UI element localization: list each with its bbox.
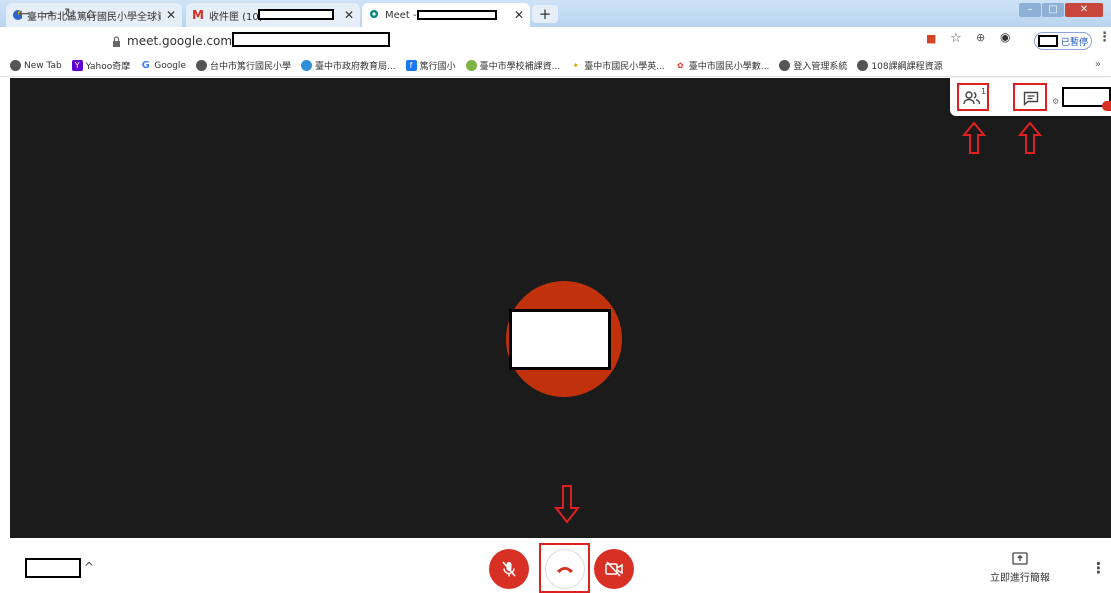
meet-favicon-icon [370,10,378,18]
annotation-arrow-up [962,121,986,155]
annotation-arrow-up [1018,121,1042,155]
annotation-arrow-down [554,484,580,524]
microphone-toggle-button[interactable] [489,549,529,589]
redaction-box [232,32,390,47]
redaction-box [258,9,334,20]
figure-icon: ✦ [572,61,580,70]
meeting-details-chevron-up-icon[interactable]: ^ [84,560,94,574]
bookmarks-bar: New Tab Y Yahoo奇摩 G Google 台中市篤行國民小學 臺中市政府… [0,55,1111,77]
leaf-icon [465,60,477,71]
tab-meet[interactable]: Meet - ✕ [362,3,530,27]
bookmark-item[interactable]: 108課綱課程資源 [857,59,943,72]
facebook-icon: f [405,60,417,71]
redaction-box [1038,35,1058,47]
tab-gmail[interactable]: M 收件匣 (10) ✕ [186,3,360,27]
globe-icon [779,60,791,71]
close-tab-icon[interactable]: ✕ [166,8,176,22]
gmail-icon: M [192,8,204,22]
lock-icon [113,35,120,47]
camera-toggle-button[interactable] [594,549,634,589]
bookmark-item[interactable]: ✿ 臺中市國民小學數... [675,59,769,72]
yahoo-icon: Y [71,60,83,71]
user-avatar [1102,101,1111,111]
bookmark-item[interactable]: 臺中市學校補課資... [465,59,560,72]
back-icon[interactable]: ← [18,6,30,22]
close-window-button[interactable]: ✕ [1065,3,1103,17]
close-tab-icon[interactable]: ✕ [514,8,524,22]
bookmark-item[interactable]: 台中市篤行國民小學 [195,59,291,72]
people-icon [963,91,981,105]
maximize-button[interactable]: □ [1042,3,1064,17]
present-now-button[interactable]: 立即進行簡報 [990,552,1050,588]
tab-title: 收件匣 (10) [208,11,263,23]
extension-shield-icon[interactable]: ◉ [1000,30,1010,44]
bookmarks-overflow-button[interactable]: » [1095,59,1101,70]
bookmark-star-icon[interactable]: ☆ [950,31,962,46]
redaction-box [509,309,611,370]
profile-status: 已暫停 [1061,37,1089,48]
extension-icon[interactable]: ■ [926,32,936,45]
participants-button[interactable]: 1 [957,83,989,111]
chat-icon [1023,91,1039,106]
bookmark-item[interactable]: f 篤行國小 [405,59,456,72]
tab-title: Meet - [385,9,417,21]
redaction-box [417,10,497,20]
participant-count: 1 [981,87,987,96]
new-tab-button[interactable]: + [532,5,558,23]
home-icon[interactable]: ⌂ [86,6,95,22]
profile-button[interactable]: 已暫停 [1034,32,1092,50]
leave-call-button[interactable] [545,549,585,589]
flower-icon: ✿ [676,61,684,70]
bookmark-item[interactable]: G Google [140,60,186,71]
chat-button[interactable] [1013,83,1047,111]
hang-up-phone-icon [557,567,573,573]
more-options-icon[interactable]: ⋮ [1091,559,1106,577]
bookmark-item[interactable]: Y Yahoo奇摩 [71,59,130,72]
redaction-box [25,558,81,578]
bookmark-item[interactable]: ✦ 臺中市國民小學英... [570,59,664,72]
globe-icon [857,60,869,71]
close-tab-icon[interactable]: ✕ [344,8,354,22]
activities-icon[interactable]: ⚙ [1052,97,1059,106]
google-icon: G [141,60,150,71]
globe-icon [10,60,21,71]
browser-menu-icon[interactable]: ⋮ [1098,30,1111,45]
camera-off-icon [605,561,623,577]
present-now-label: 立即進行簡報 [990,573,1050,584]
bookmark-item[interactable]: New Tab [10,60,62,71]
globe-icon [195,60,207,71]
bookmark-item[interactable]: 登入管理系統 [779,59,847,72]
window-controls: – □ ✕ [1019,3,1103,17]
minimize-button[interactable]: – [1019,3,1041,17]
extension-puzzle-icon[interactable]: ⊕ [976,31,985,44]
edu-icon [301,60,312,71]
url-text: meet.google.com/o [127,34,244,48]
reload-icon[interactable]: ↻ [64,6,76,22]
forward-icon[interactable]: → [42,6,54,22]
mic-off-icon [502,561,516,577]
bookmark-item[interactable]: 臺中市政府教育局... [301,59,396,72]
present-screen-icon [1012,552,1028,565]
